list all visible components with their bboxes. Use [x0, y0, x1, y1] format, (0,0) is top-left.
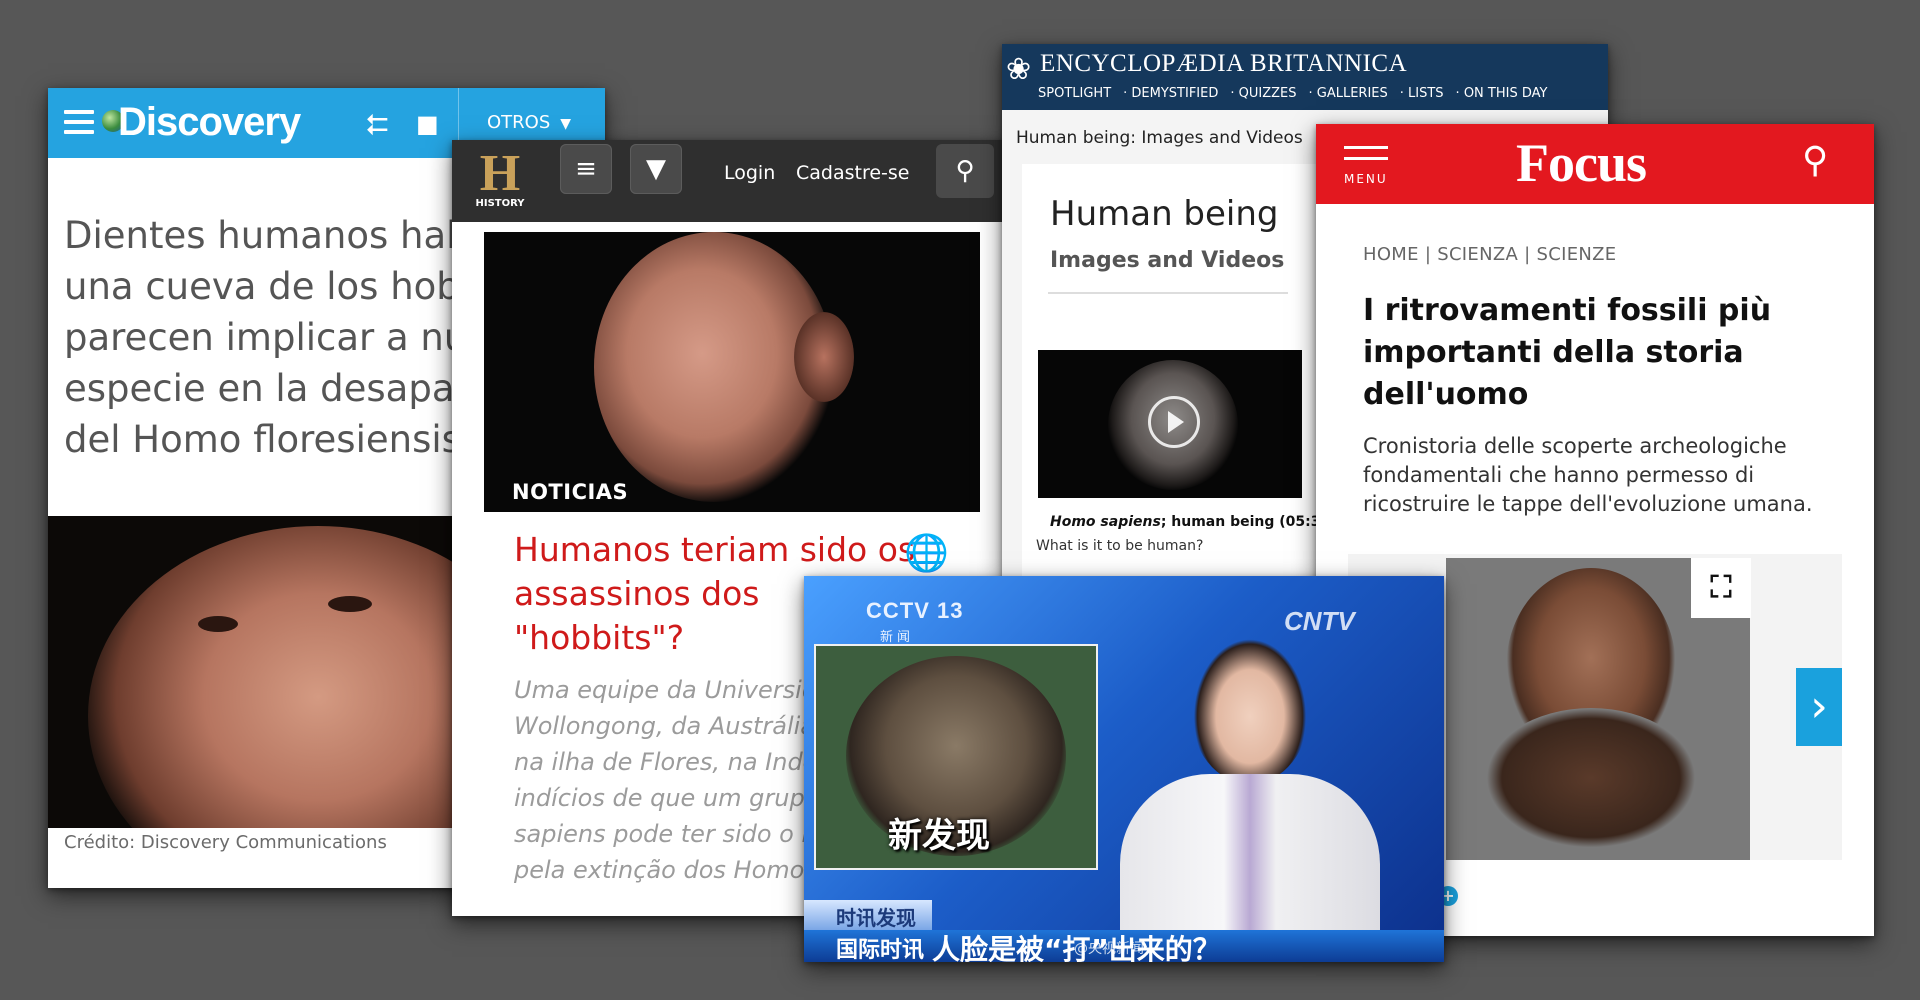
- hamburger-icon[interactable]: ≡: [560, 144, 612, 194]
- history-logo[interactable]: H HISTORY: [474, 148, 526, 212]
- cctv-logo: CCTV 13: [866, 598, 964, 623]
- nav-item-demystified[interactable]: DEMYSTIFIED: [1131, 86, 1218, 101]
- page-title: Human being: [1050, 194, 1279, 234]
- hamburger-icon[interactable]: [1344, 146, 1388, 168]
- video-caption: Homo sapiens; human being (05:35): [1050, 514, 1337, 530]
- breadcrumb[interactable]: Human being: Images and Videos: [1016, 128, 1303, 148]
- weibo-watermark: @央视新闻: [1074, 941, 1144, 957]
- nav-item-galleries[interactable]: GALLERIES: [1317, 86, 1388, 101]
- nav-item-on-this-day[interactable]: ON THIS DAY: [1464, 86, 1548, 101]
- divider: [1048, 292, 1288, 294]
- discovery-logo[interactable]: Discovery: [118, 100, 301, 145]
- search-icon[interactable]: ⚲: [936, 144, 994, 198]
- cctv-news-frame: CCTV 13 新闻 CNTV 新发现 时讯发现 国际时讯 人脸是被“打”出来的…: [804, 576, 1444, 962]
- filter-icon[interactable]: ▼: [630, 144, 682, 194]
- article-title: I ritrovamenti fossili più importanti de…: [1363, 293, 1772, 412]
- nav-item-quizzes[interactable]: QUIZZES: [1239, 86, 1297, 101]
- chevron-right-icon[interactable]: ›: [1796, 668, 1842, 746]
- chevron-down-icon: ▼: [560, 116, 572, 132]
- thistle-icon: ❀: [1006, 52, 1032, 87]
- otros-label: OTROS: [487, 112, 551, 133]
- history-header: H HISTORY ≡ ▼ Login Cadastre-se ⚲: [452, 140, 1010, 222]
- share-icon[interactable]: ⮄: [366, 108, 388, 142]
- caption-rest: ; human being (05:35): [1160, 514, 1337, 530]
- britannica-logo[interactable]: ENCYCLOPÆDIA BRITANNICA: [1040, 50, 1407, 78]
- globe-icon[interactable]: 🌐: [904, 532, 949, 574]
- news-anchor: [1120, 634, 1380, 934]
- comment-icon[interactable]: ■: [416, 110, 439, 138]
- ticker-label: 时讯发现: [804, 900, 932, 930]
- news-tag: NOTICIAS: [512, 480, 629, 504]
- video-thumbnail[interactable]: [1038, 350, 1302, 498]
- cntv-watermark: CNTV: [1284, 606, 1355, 636]
- video-question: What is it to be human?: [1036, 538, 1204, 554]
- play-icon[interactable]: [1148, 396, 1200, 448]
- article-description: Cronistoria delle scoperte archeologiche…: [1363, 434, 1813, 516]
- focus-logo[interactable]: Focus: [1516, 132, 1647, 194]
- image-credit: Crédito: Discovery Communications: [64, 832, 387, 853]
- britannica-header: ❀ ENCYCLOPÆDIA BRITANNICA SPOTLIGHT · DEM…: [1002, 44, 1608, 110]
- caption-species: Homo sapiens: [1050, 514, 1161, 530]
- cctv-logo-sub: 新闻: [880, 630, 915, 645]
- ticker-top-text: 时讯发现: [836, 906, 916, 930]
- britannica-nav: SPOTLIGHT · DEMYSTIFIED · QUIZZES · GALLERI…: [1038, 86, 1548, 101]
- ticker-left-text: 国际时讯: [836, 938, 925, 962]
- login-link[interactable]: Login: [724, 162, 775, 184]
- expand-icon[interactable]: ⛶: [1691, 558, 1751, 618]
- history-logo-letter: H: [479, 145, 521, 202]
- signup-link[interactable]: Cadastre-se: [796, 162, 910, 184]
- hamburger-icon[interactable]: [64, 110, 94, 134]
- inset-caption: 新发现: [888, 816, 990, 856]
- search-icon[interactable]: ⚲: [1802, 140, 1828, 181]
- article-image: [484, 232, 980, 512]
- breadcrumb[interactable]: HOME | SCIENZA | SCIENZE: [1363, 244, 1616, 265]
- nav-item-lists[interactable]: LISTS: [1408, 86, 1444, 101]
- focus-header: MENU Focus ⚲: [1316, 124, 1874, 204]
- nav-item-spotlight[interactable]: SPOTLIGHT: [1038, 86, 1111, 101]
- menu-label[interactable]: MENU: [1344, 172, 1388, 186]
- page-subtitle: Images and Videos: [1050, 248, 1285, 273]
- history-logo-text: HISTORY: [475, 198, 525, 209]
